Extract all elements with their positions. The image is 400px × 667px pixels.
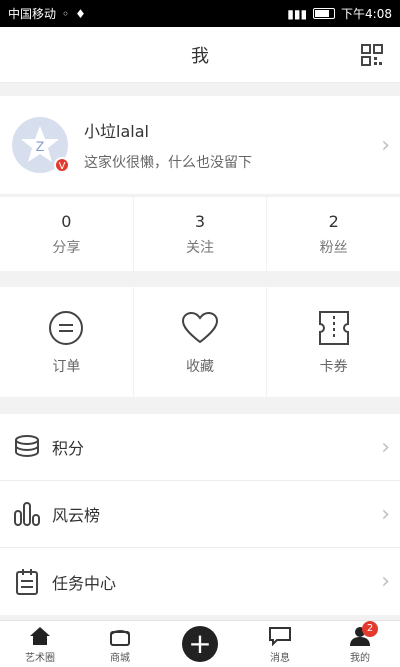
nav-label: 我的 [350, 652, 370, 664]
profile-card[interactable]: Z V 小垃lalal 这家伙很懒，什么也没留下 › [0, 96, 400, 194]
stat-followers[interactable]: 2 粉丝 [267, 197, 400, 271]
stat-shares[interactable]: 0 分享 [0, 197, 134, 271]
bottom-nav: 艺术圈 商城 + 消息 我的 2 [0, 620, 400, 667]
clock-label: 下午4:08 [341, 7, 392, 21]
nav-tab-me[interactable]: 我的 2 [320, 621, 400, 667]
orders-label: 订单 [52, 359, 81, 375]
chevron-right-icon: › [381, 434, 390, 460]
nav-tab-shop[interactable]: 商城 [80, 621, 160, 667]
signal-icon: ◦ [62, 6, 70, 21]
coins-icon [15, 435, 39, 458]
wifi-icon: ♦ [75, 6, 86, 21]
chevron-right-icon: › [381, 132, 390, 158]
favorites-button[interactable]: 收藏 [134, 287, 268, 397]
menu-item-tasks[interactable]: 任务中心 › [0, 548, 400, 615]
menu-label-tasks: 任务中心 [52, 573, 117, 593]
network-icon: ▮▮▮ [287, 6, 308, 21]
stat-following[interactable]: 3 关注 [134, 197, 268, 271]
menu-label-points: 积分 [52, 439, 85, 458]
task-icon [16, 568, 38, 595]
home-icon [30, 626, 50, 645]
order-icon [49, 311, 84, 345]
orders-button[interactable]: 订单 [0, 287, 134, 397]
menu-list: 积分 › 风云榜 › 任务中心 › [0, 414, 400, 615]
stat-count: 2 [328, 211, 339, 231]
stat-label: 关注 [186, 239, 214, 256]
chevron-right-icon: › [381, 569, 390, 594]
nav-label: 艺术圈 [25, 652, 55, 664]
stat-label: 分享 [52, 239, 81, 256]
quick-actions: 订单 收藏 卡券 [0, 287, 400, 397]
nav-tab-messages[interactable]: 消息 [240, 621, 320, 667]
nav-label: 商城 [110, 652, 130, 664]
nav-tab-art-circle[interactable]: 艺术圈 [0, 621, 80, 667]
menu-item-points[interactable]: 积分 › [0, 414, 400, 481]
battery-icon [313, 8, 336, 19]
status-bar: 中国移动 ◦ ♦ ▮▮▮ 下午4:08 [0, 0, 400, 27]
verified-badge: V [54, 157, 70, 173]
stats-bar: 0 分享 3 关注 2 粉丝 [0, 197, 400, 271]
nav-label: 消息 [270, 652, 290, 664]
message-icon [269, 626, 291, 646]
svg-text:Z: Z [36, 138, 45, 154]
shop-icon [110, 629, 130, 646]
coupons-button[interactable]: 卡券 [267, 287, 400, 397]
stat-count: 0 [61, 211, 72, 231]
menu-item-ranking[interactable]: 风云榜 › [0, 481, 400, 548]
avatar[interactable]: Z V [12, 117, 70, 173]
heart-icon [181, 311, 219, 344]
page-title: 我 [191, 45, 209, 67]
stat-count: 3 [194, 211, 206, 231]
ranking-icon [14, 502, 40, 526]
nav-publish[interactable]: + [160, 621, 240, 667]
coupons-label: 卡券 [319, 359, 348, 375]
ticket-icon [318, 311, 349, 345]
menu-label-ranking: 风云榜 [52, 506, 101, 525]
notification-badge: 2 [362, 621, 378, 637]
user-bio: 这家伙很懒，什么也没留下 [84, 155, 252, 171]
title-bar: 我 [0, 27, 400, 83]
chevron-right-icon: › [381, 501, 390, 527]
qr-code-icon [361, 44, 383, 66]
stat-label: 粉丝 [319, 239, 348, 256]
username: 小垃lalal [84, 122, 149, 141]
add-icon: + [182, 626, 218, 662]
favorites-label: 收藏 [186, 359, 214, 375]
qr-code-button[interactable] [358, 41, 386, 69]
carrier-label: 中国移动 [8, 7, 57, 21]
